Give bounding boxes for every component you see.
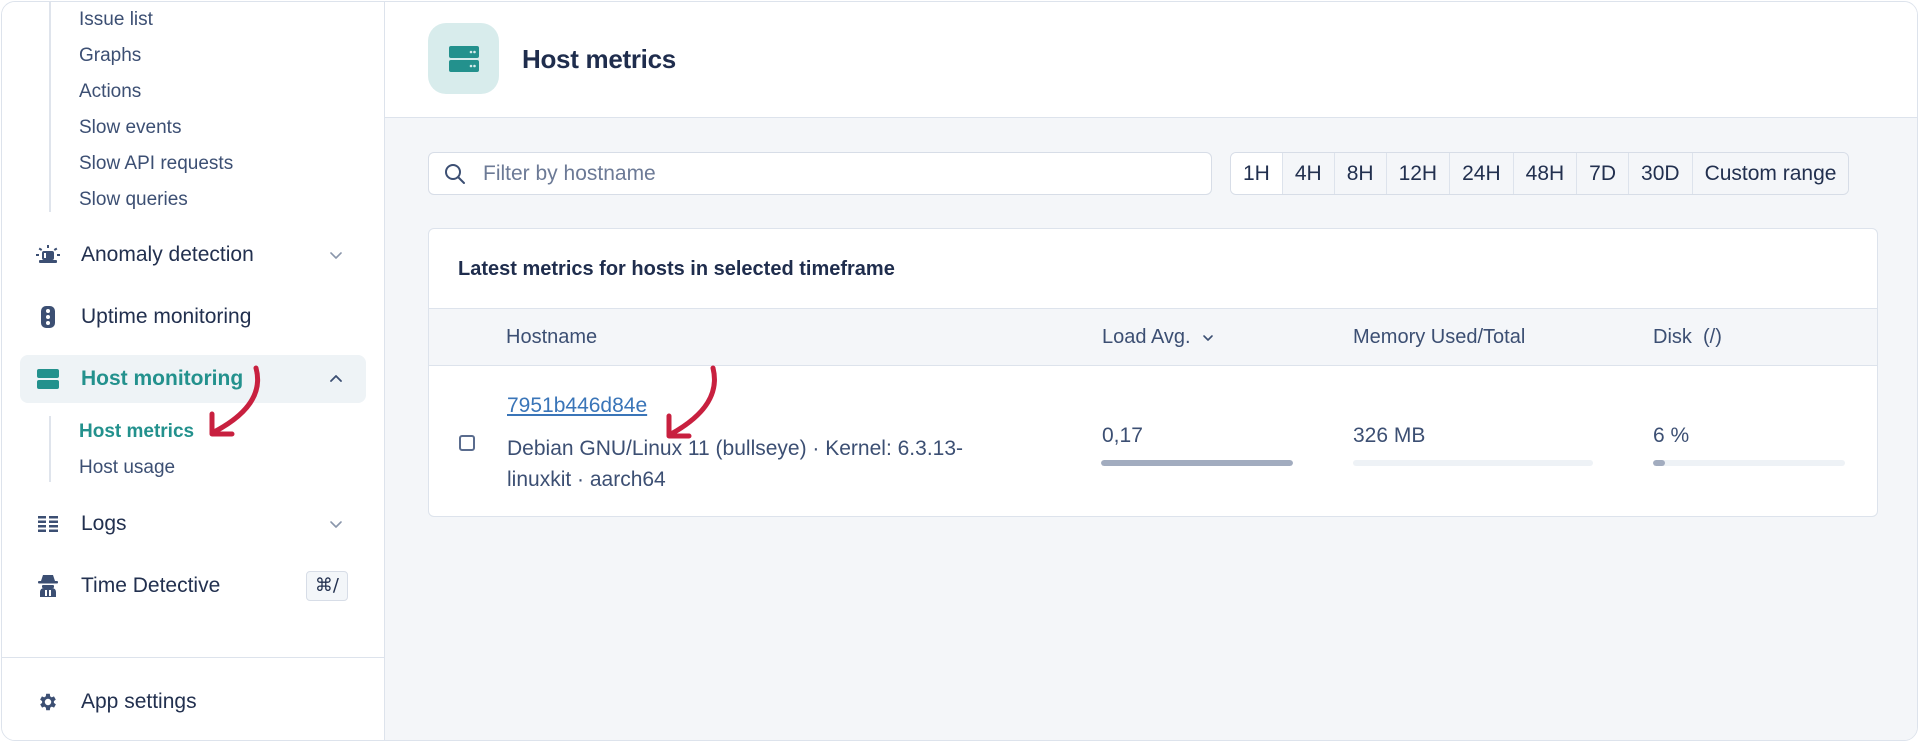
main-content: Host metrics 1H 4H 8H 12H 24H 48H 7D 30D… xyxy=(385,2,1917,740)
siren-icon xyxy=(36,243,60,267)
range-24h-button[interactable]: 24H xyxy=(1450,153,1514,194)
column-header-load-avg[interactable]: Load Avg. xyxy=(1102,326,1215,349)
range-1h-button[interactable]: 1H xyxy=(1231,153,1283,194)
range-custom-button[interactable]: Custom range xyxy=(1692,153,1849,194)
app-window: Issue list Graphs Actions Slow events Sl… xyxy=(1,1,1918,741)
column-header-disk[interactable]: Disk (/) xyxy=(1653,326,1722,349)
column-header-memory[interactable]: Memory Used/Total xyxy=(1353,326,1525,349)
sidebar-subitem-slow-queries[interactable]: Slow queries xyxy=(79,189,188,211)
server-icon xyxy=(428,23,499,94)
time-range-selector: 1H 4H 8H 12H 24H 48H 7D 30D Custom range xyxy=(1230,152,1850,195)
disk-bar-fill xyxy=(1653,460,1665,466)
page-title: Host metrics xyxy=(522,44,676,74)
sidebar-item-uptime-monitoring[interactable]: Uptime monitoring xyxy=(20,293,366,341)
sidebar-subitem-actions[interactable]: Actions xyxy=(79,81,141,103)
sidebar-subitem-host-metrics[interactable]: Host metrics xyxy=(79,421,194,443)
list-icon xyxy=(36,512,60,536)
row-checkbox[interactable] xyxy=(459,435,475,451)
sidebar-item-label: Uptime monitoring xyxy=(81,305,252,328)
host-metrics-card: Latest metrics for hosts in selected tim… xyxy=(428,228,1878,517)
sidebar: Issue list Graphs Actions Slow events Sl… xyxy=(2,2,385,740)
sidebar-subitem-graphs[interactable]: Graphs xyxy=(79,45,141,67)
server-icon xyxy=(36,367,60,391)
hostname-filter[interactable] xyxy=(428,152,1212,195)
hostname-link[interactable]: 7951b446d84e xyxy=(507,394,647,418)
disk-bar xyxy=(1653,460,1845,466)
card-title: Latest metrics for hosts in selected tim… xyxy=(458,258,895,280)
column-header-hostname[interactable]: Hostname xyxy=(506,326,597,349)
sidebar-divider xyxy=(2,657,384,658)
sidebar-item-label: Logs xyxy=(81,512,127,535)
load-avg-bar-fill xyxy=(1101,460,1293,466)
range-7d-button[interactable]: 7D xyxy=(1577,153,1630,194)
subtree-line xyxy=(49,2,51,212)
table-row: 7951b446d84e Debian GNU/Linux 11 (bullse… xyxy=(429,367,1877,516)
page-header: Host metrics xyxy=(385,2,1917,118)
hostname-filter-input[interactable] xyxy=(483,161,1183,186)
load-avg-bar xyxy=(1101,460,1293,466)
chevron-up-icon xyxy=(330,375,342,382)
keyboard-shortcut-badge: ⌘/ xyxy=(305,571,348,601)
subtree-line xyxy=(49,416,51,482)
traffic-light-icon xyxy=(36,305,60,329)
sidebar-subitem-slow-api-requests[interactable]: Slow API requests xyxy=(79,153,233,175)
disk-value: 6 % xyxy=(1653,424,1690,447)
chevron-down-icon xyxy=(330,252,342,259)
sidebar-item-label: Time Detective xyxy=(81,574,221,597)
search-icon xyxy=(445,163,465,184)
sidebar-subitem-slow-events[interactable]: Slow events xyxy=(79,117,181,139)
detective-icon xyxy=(36,574,60,598)
range-4h-button[interactable]: 4H xyxy=(1282,153,1335,194)
sidebar-item-label: Anomaly detection xyxy=(81,243,254,266)
chevron-down-icon xyxy=(330,521,342,528)
range-48h-button[interactable]: 48H xyxy=(1513,153,1578,194)
gear-icon xyxy=(36,690,60,714)
sort-chevron-down-icon xyxy=(1202,334,1213,341)
sidebar-subitem-host-usage[interactable]: Host usage xyxy=(79,457,175,479)
sidebar-item-logs[interactable]: Logs xyxy=(20,500,366,548)
sidebar-item-time-detective[interactable]: Time Detective ⌘/ xyxy=(20,562,366,610)
load-avg-value: 0,17 xyxy=(1102,424,1143,447)
sidebar-item-app-settings[interactable]: App settings xyxy=(20,678,366,726)
sidebar-item-label: Host monitoring xyxy=(81,367,244,390)
memory-bar xyxy=(1353,460,1593,466)
range-8h-button[interactable]: 8H xyxy=(1334,153,1387,194)
range-12h-button[interactable]: 12H xyxy=(1386,153,1451,194)
range-30d-button[interactable]: 30D xyxy=(1629,153,1693,194)
sidebar-subitem-issue-list[interactable]: Issue list xyxy=(79,9,153,31)
sidebar-item-host-monitoring[interactable]: Host monitoring xyxy=(20,355,366,403)
sidebar-item-label: App settings xyxy=(81,690,197,713)
sidebar-item-anomaly-detection[interactable]: Anomaly detection xyxy=(20,231,366,279)
host-description: Debian GNU/Linux 11 (bullseye) · Kernel:… xyxy=(507,437,964,491)
memory-value: 326 MB xyxy=(1353,424,1426,447)
table-header: Hostname Load Avg. Memory Used/Total Dis… xyxy=(429,308,1877,366)
